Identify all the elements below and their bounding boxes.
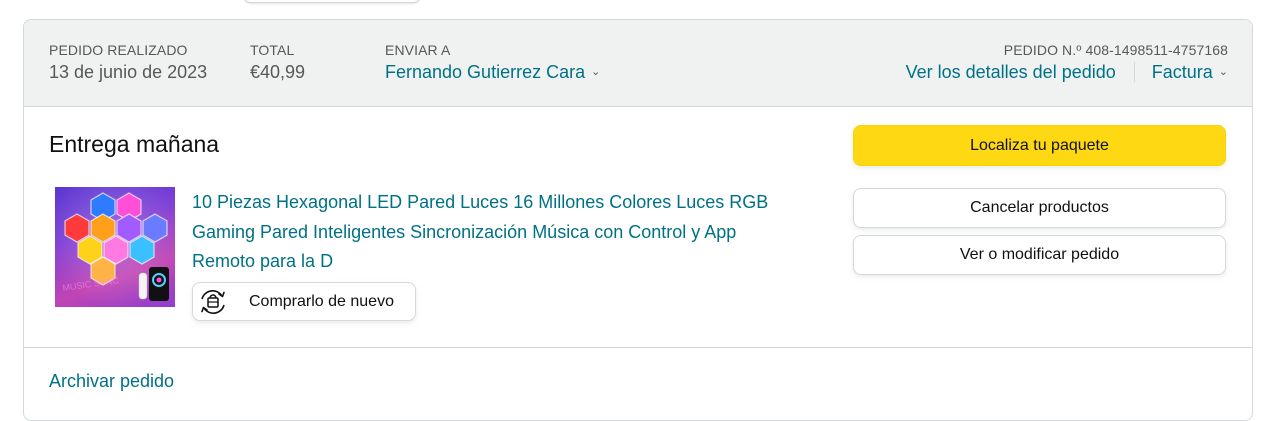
order-total-column: TOTAL €40,99: [250, 41, 305, 84]
link-divider: [1133, 62, 1135, 82]
order-links: Ver los detalles del pedido Factura ⌄: [906, 60, 1228, 84]
chevron-down-icon[interactable]: ⌄: [1219, 60, 1228, 84]
product-title-link[interactable]: 10 Piezas Hexagonal LED Pared Luces 16 M…: [192, 188, 792, 277]
cancel-items-button[interactable]: Cancelar productos: [853, 188, 1226, 228]
previous-element-edge: [243, 0, 421, 3]
order-number-label: PEDIDO N.º 408-1498511-4757168: [1003, 42, 1228, 58]
ship-to-name-link[interactable]: Fernando Gutierrez Cara: [385, 62, 585, 82]
order-date-column: PEDIDO REALIZADO 13 de junio de 2023: [49, 41, 207, 84]
footer-divider: [24, 347, 1252, 348]
buy-again-button[interactable]: Comprarlo de nuevo: [192, 282, 416, 321]
ship-to-column: ENVIAR A Fernando Gutierrez Cara ⌄: [385, 41, 600, 84]
order-total-label: TOTAL: [250, 42, 295, 58]
hexagon-led-panels-image: MUSIC SYNC: [55, 187, 175, 307]
order-total-value: €40,99: [250, 62, 306, 82]
order-date-label: PEDIDO REALIZADO: [49, 42, 188, 58]
view-modify-order-button[interactable]: Ver o modificar pedido: [853, 235, 1226, 275]
order-card: PEDIDO REALIZADO 13 de junio de 2023 TOT…: [23, 19, 1253, 421]
buy-again-label: Comprarlo de nuevo: [249, 292, 394, 310]
delivery-status-title: Entrega mañana: [49, 131, 220, 157]
buy-again-icon: [201, 289, 225, 314]
order-number-column: PEDIDO N.º 408-1498511-4757168 Ver los d…: [906, 41, 1228, 84]
order-header: PEDIDO REALIZADO 13 de junio de 2023 TOT…: [24, 20, 1252, 107]
order-details-link[interactable]: Ver los detalles del pedido: [906, 60, 1116, 84]
order-date-value: 13 de junio de 2023: [49, 62, 208, 82]
archive-order-link[interactable]: Archivar pedido: [49, 370, 174, 392]
track-package-button[interactable]: Localiza tu paquete: [853, 125, 1226, 166]
chevron-down-icon[interactable]: ⌄: [591, 60, 600, 84]
ship-to-label: ENVIAR A: [385, 42, 451, 58]
invoice-link[interactable]: Factura: [1152, 60, 1213, 84]
ship-to-recipient[interactable]: Fernando Gutierrez Cara ⌄: [385, 60, 600, 84]
product-image[interactable]: MUSIC SYNC: [55, 187, 175, 307]
